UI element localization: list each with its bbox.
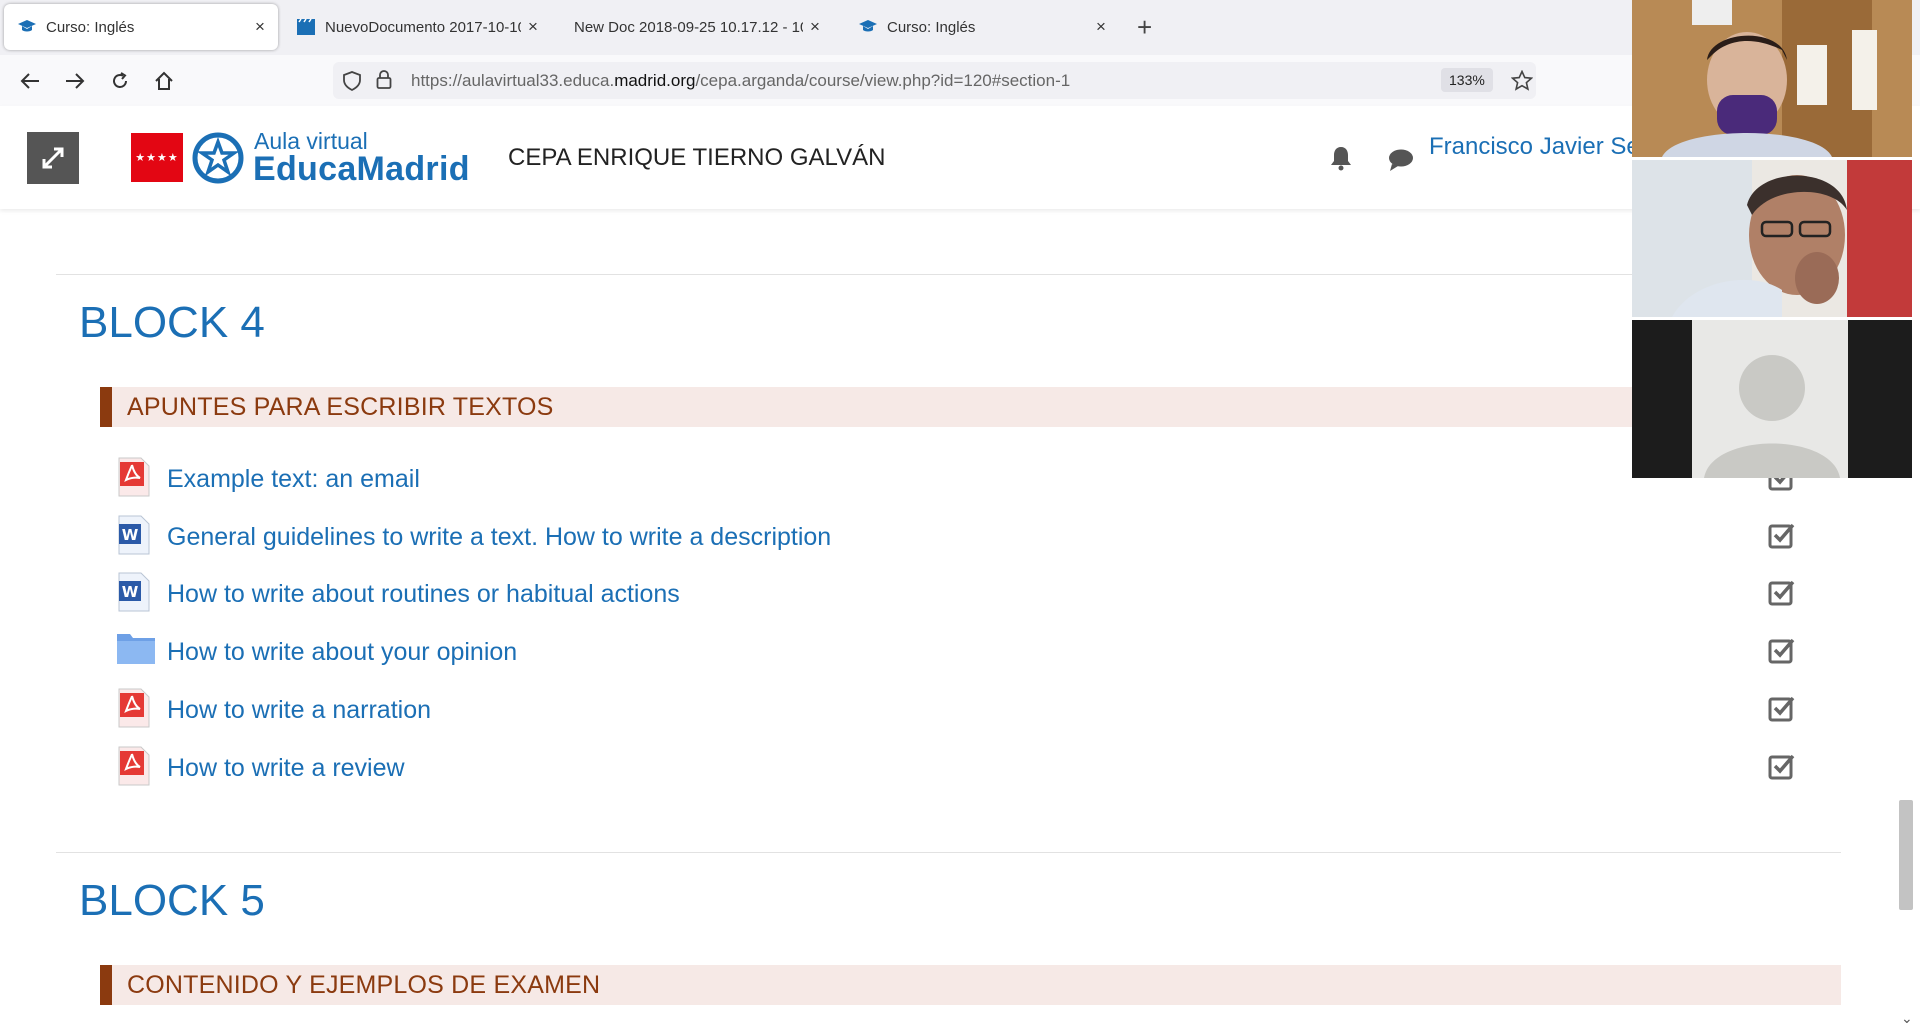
url-text[interactable]: https://aulavirtual33.educa.madrid.org/c… — [411, 71, 1070, 91]
activity-link[interactable]: How to write about your opinion — [167, 638, 517, 667]
section-accent-bar — [100, 965, 112, 1005]
user-avatar-icon — [1632, 320, 1912, 478]
section-label: APUNTES PARA ESCRIBIR TEXTOS — [127, 393, 554, 421]
svg-text:W: W — [122, 583, 139, 601]
graduation-cap-icon — [17, 17, 37, 37]
pdf-icon — [116, 457, 156, 497]
shield-icon[interactable] — [343, 71, 361, 96]
user-menu-name[interactable]: Francisco Javier Se — [1429, 133, 1640, 161]
section-label: CONTENIDO Y EJEMPLOS DE EXAMEN — [127, 971, 601, 999]
graduation-cap-icon — [858, 17, 878, 37]
participant-video-2[interactable] — [1632, 160, 1912, 317]
tab-title: New Doc 2018-09-25 10.17.12 - 10 — [574, 18, 803, 36]
educamadrid-emblem-icon[interactable] — [191, 131, 245, 190]
section-header[interactable]: CONTENIDO Y EJEMPLOS DE EXAMEN — [100, 965, 1841, 1005]
bookmark-star-icon[interactable] — [1510, 69, 1534, 96]
activity-link[interactable]: How to write about routines or habitual … — [167, 580, 680, 609]
home-icon[interactable] — [150, 67, 178, 95]
tab-curso-ingles[interactable]: Curso: Inglés × — [4, 4, 278, 50]
participant-video-frame — [1632, 0, 1912, 157]
activity-row[interactable]: Example text: an email — [116, 457, 1806, 507]
section-accent-bar — [100, 387, 112, 427]
scroll-down-arrow-icon[interactable]: ⌄ — [1901, 1010, 1913, 1027]
activity-row[interactable]: How to write a review — [116, 746, 1806, 796]
block-title[interactable]: BLOCK 5 — [79, 876, 265, 926]
clapperboard-icon — [296, 17, 316, 37]
activity-row[interactable]: W General guidelines to write a text. Ho… — [116, 515, 1806, 565]
logo-educamadrid-text[interactable]: EducaMadrid — [253, 150, 470, 189]
participant-video-1[interactable] — [1632, 0, 1912, 157]
close-icon[interactable]: × — [248, 17, 272, 37]
tab-curso-ingles-2[interactable]: Curso: Inglés × — [845, 4, 1119, 50]
forward-arrow-icon[interactable] — [61, 67, 89, 95]
word-doc-icon: W — [116, 572, 156, 612]
word-doc-icon: W — [116, 515, 156, 555]
zoom-level-badge[interactable]: 133% — [1441, 68, 1493, 92]
activity-row[interactable]: How to write a narration — [116, 688, 1806, 738]
close-icon[interactable]: × — [521, 17, 545, 37]
activity-row[interactable]: How to write about your opinion — [116, 630, 1806, 680]
block-title[interactable]: BLOCK 4 — [79, 298, 265, 348]
messages-chat-icon[interactable] — [1387, 148, 1415, 177]
tab-nuevo-documento[interactable]: NuevoDocumento 2017-10-10 × — [283, 4, 551, 50]
pdf-icon — [116, 688, 156, 728]
completion-checkbox-icon[interactable] — [1768, 578, 1796, 606]
site-title[interactable]: CEPA ENRIQUE TIERNO GALVÁN — [508, 144, 885, 172]
reload-icon[interactable] — [106, 67, 134, 95]
tab-title: Curso: Inglés — [887, 18, 976, 36]
svg-text:W: W — [122, 526, 139, 544]
folder-icon — [116, 630, 156, 670]
tab-title: NuevoDocumento 2017-10-10 — [325, 18, 521, 36]
section-header[interactable]: APUNTES PARA ESCRIBIR TEXTOS — [100, 387, 1841, 427]
new-tab-button[interactable]: + — [1137, 12, 1152, 42]
lock-icon[interactable] — [376, 70, 392, 95]
close-icon[interactable]: × — [1089, 17, 1113, 37]
expand-arrows-icon — [42, 147, 64, 169]
participant-video-frame — [1632, 160, 1912, 317]
back-arrow-icon[interactable] — [16, 67, 44, 95]
tab-new-doc[interactable]: New Doc 2018-09-25 10.17.12 - 10 × — [561, 4, 833, 50]
completion-checkbox-icon[interactable] — [1768, 694, 1796, 722]
completion-checkbox-icon[interactable] — [1768, 752, 1796, 780]
activity-link[interactable]: Example text: an email — [167, 465, 420, 494]
section-divider — [56, 274, 1846, 275]
section-divider — [56, 852, 1841, 853]
activity-link[interactable]: How to write a narration — [167, 696, 431, 725]
participant-avatar-placeholder[interactable] — [1632, 320, 1912, 478]
fullscreen-toggle-button[interactable] — [27, 132, 79, 184]
close-icon[interactable]: × — [803, 17, 827, 37]
comunidad-madrid-flag-logo[interactable]: ★★★★ — [131, 133, 183, 182]
completion-checkbox-icon[interactable] — [1768, 521, 1796, 549]
activity-row[interactable]: W How to write about routines or habitua… — [116, 572, 1806, 622]
vertical-scrollbar-thumb[interactable] — [1899, 800, 1913, 910]
tab-title: Curso: Inglés — [46, 18, 135, 36]
notifications-bell-icon[interactable] — [1329, 145, 1353, 176]
completion-checkbox-icon[interactable] — [1768, 636, 1796, 664]
activity-link[interactable]: General guidelines to write a text. How … — [167, 523, 831, 552]
address-bar[interactable]: https://aulavirtual33.educa.madrid.org/c… — [333, 62, 1536, 99]
pdf-icon — [116, 746, 156, 786]
activity-link[interactable]: How to write a review — [167, 754, 405, 783]
